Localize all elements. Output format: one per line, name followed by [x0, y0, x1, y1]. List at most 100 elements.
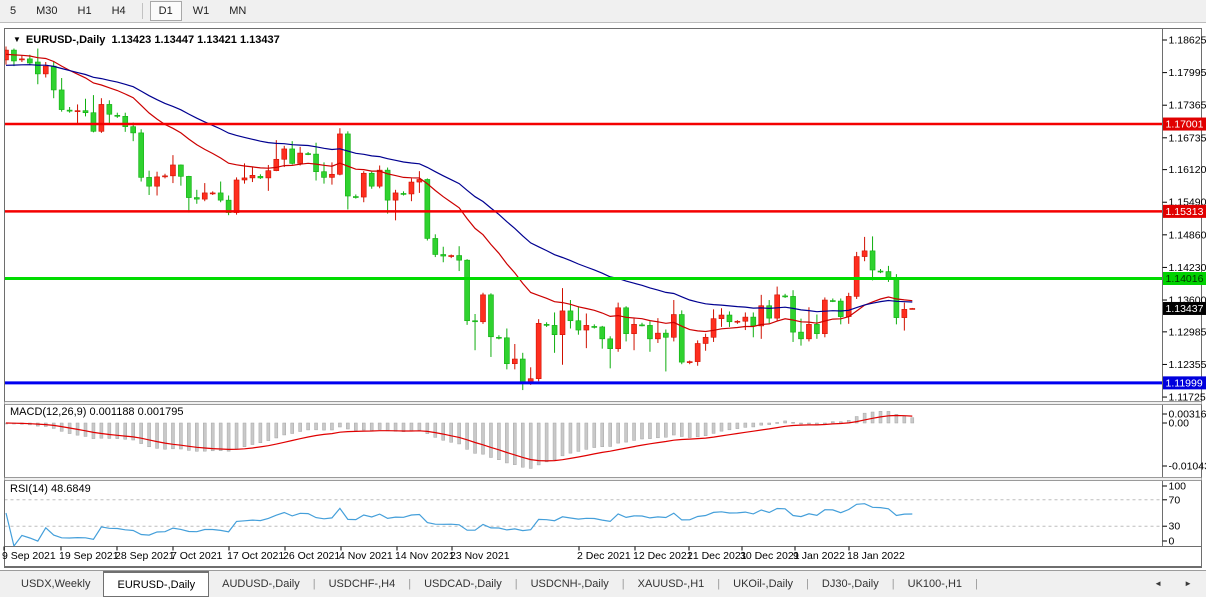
- macd-histogram-bar: [768, 423, 771, 425]
- macd-histogram-bar: [704, 423, 707, 436]
- macd-histogram-bar: [482, 423, 485, 454]
- chart-tab-audusd-daily[interactable]: AUDUSD-,Daily: [209, 571, 313, 597]
- macd-histogram-bar: [92, 423, 95, 439]
- main-plot-area[interactable]: [5, 29, 1162, 401]
- macd-histogram-bar: [330, 423, 333, 430]
- tab-scroll-arrows: ◄ ►: [1154, 570, 1192, 596]
- macd-histogram-bar: [593, 423, 596, 448]
- macd-histogram-bar: [839, 422, 842, 423]
- app-root: 5M30H1H4D1W1MN ▼EURUSD-,Daily 1.13423 1.…: [0, 0, 1206, 597]
- date-axis[interactable]: [5, 547, 1162, 566]
- chart-tab-usdchf-h4[interactable]: USDCHF-,H4: [316, 571, 409, 597]
- chart-tab-xauusd-h1[interactable]: XAUUSD-,H1: [625, 571, 718, 597]
- chart-tab-usdx-weekly[interactable]: USDX,Weekly: [8, 571, 103, 597]
- macd-histogram-bar: [394, 423, 397, 431]
- macd-histogram-bar: [418, 423, 421, 430]
- macd-histogram-bar: [402, 423, 405, 432]
- chart-canvas[interactable]: 1.186251.179951.173651.167351.161201.154…: [0, 0, 1206, 570]
- macd-histogram-bar: [641, 423, 644, 439]
- macd-histogram-bar: [728, 423, 731, 430]
- tab-bar: USDX,WeeklyEURUSD-,DailyAUDUSD-,Daily | US…: [0, 570, 1206, 597]
- symbol-period-label: EURUSD-,Daily: [26, 34, 105, 46]
- rsi-axis-label: 30: [1169, 521, 1181, 533]
- macd-histogram-bar: [243, 423, 246, 447]
- macd-histogram-bar: [537, 423, 540, 465]
- macd-histogram-bar: [648, 423, 651, 439]
- macd-histogram-bar: [712, 423, 715, 433]
- macd-histogram-bar: [140, 423, 143, 444]
- macd-histogram-bar: [148, 423, 151, 447]
- macd-histogram-bar: [863, 413, 866, 423]
- tab-separator: |: [975, 571, 978, 597]
- macd-histogram-bar: [346, 423, 349, 429]
- macd-axis-label: -0.010434: [1169, 461, 1206, 473]
- chart-tab-dj30-daily[interactable]: DJ30-,Daily: [809, 571, 892, 597]
- chart-tab-usdcad-daily[interactable]: USDCAD-,Daily: [411, 571, 515, 597]
- macd-histogram-bar: [275, 423, 278, 438]
- macd-histogram-bar: [362, 423, 365, 430]
- macd-histogram-bar: [299, 423, 302, 431]
- ohlc-values: 1.13423 1.13447 1.13421 1.13437: [112, 34, 280, 46]
- macd-histogram-bar: [688, 423, 691, 438]
- macd-histogram-bar: [800, 423, 803, 424]
- chart-title[interactable]: ▼ EURUSD-,Daily 1.13423 1.13447 1.13421 1…: [13, 34, 280, 46]
- macd-histogram-bar: [434, 423, 437, 437]
- macd-histogram-bar: [887, 411, 890, 423]
- macd-histogram-bar: [513, 423, 516, 465]
- rsi-value: 48.6849: [51, 483, 91, 495]
- macd-histogram-bar: [720, 423, 723, 431]
- macd-histogram-bar: [545, 423, 548, 462]
- macd-histogram-bar: [569, 423, 572, 453]
- macd-histogram-bar: [116, 423, 119, 439]
- macd-histogram-bar: [283, 423, 286, 435]
- macd-histogram-bar: [235, 423, 238, 449]
- macd-histogram-bar: [323, 423, 326, 430]
- macd-histogram-bar: [458, 423, 461, 444]
- macd-histogram-bar: [744, 423, 747, 427]
- rsi-name: RSI(14): [10, 483, 48, 495]
- macd-histogram-bar: [100, 423, 103, 438]
- macd-histogram-bar: [577, 423, 580, 451]
- macd-histogram-bar: [601, 423, 604, 447]
- macd-values: 0.001188 0.001795: [89, 406, 183, 418]
- chart-tab-ukoil-daily[interactable]: UKOil-,Daily: [720, 571, 806, 597]
- macd-axis-label: 0.00: [1169, 418, 1190, 430]
- macd-histogram-bar: [521, 423, 524, 467]
- chart-tab-uk100-h1[interactable]: UK100-,H1: [895, 571, 975, 597]
- macd-histogram-bar: [831, 422, 834, 423]
- macd-histogram-bar: [760, 423, 763, 425]
- macd-panel-label: MACD(12,26,9) 0.001188 0.001795: [10, 406, 183, 418]
- macd-histogram-bar: [466, 423, 469, 449]
- macd-histogram-bar: [696, 423, 699, 437]
- macd-histogram-bar: [378, 423, 381, 430]
- macd-histogram-bar: [497, 423, 500, 460]
- macd-histogram-bar: [664, 423, 667, 437]
- macd-histogram-bar: [609, 423, 612, 446]
- macd-histogram-bar: [561, 423, 564, 456]
- macd-histogram-bar: [108, 423, 111, 438]
- macd-histogram-bar: [84, 423, 87, 436]
- macd-histogram-bar: [203, 423, 206, 451]
- macd-histogram-bar: [553, 423, 556, 460]
- rsi-axis-label: 100: [1169, 481, 1187, 493]
- chart-tab-usdcnh-daily[interactable]: USDCNH-,Daily: [518, 571, 622, 597]
- macd-histogram-bar: [871, 412, 874, 423]
- macd-histogram-bar: [315, 423, 318, 430]
- macd-histogram-bar: [585, 423, 588, 449]
- macd-histogram-bar: [259, 423, 262, 443]
- macd-histogram-bar: [633, 423, 636, 440]
- macd-histogram-bar: [911, 418, 914, 423]
- rsi-axis-label: 0: [1169, 536, 1175, 548]
- macd-histogram-bar: [450, 423, 453, 442]
- chart-tab-eurusd-daily[interactable]: EURUSD-,Daily: [103, 571, 209, 597]
- chart-dropdown-icon[interactable]: ▼: [13, 35, 21, 44]
- macd-histogram-bar: [410, 423, 413, 431]
- macd-histogram-bar: [227, 423, 230, 451]
- macd-histogram-bar: [251, 423, 254, 445]
- macd-histogram-bar: [219, 423, 222, 451]
- macd-histogram-bar: [672, 423, 675, 435]
- tab-scroll-left-icon[interactable]: ◄: [1154, 579, 1162, 588]
- macd-histogram-bar: [807, 423, 810, 424]
- tab-scroll-right-icon[interactable]: ►: [1184, 579, 1192, 588]
- macd-histogram-bar: [370, 423, 373, 430]
